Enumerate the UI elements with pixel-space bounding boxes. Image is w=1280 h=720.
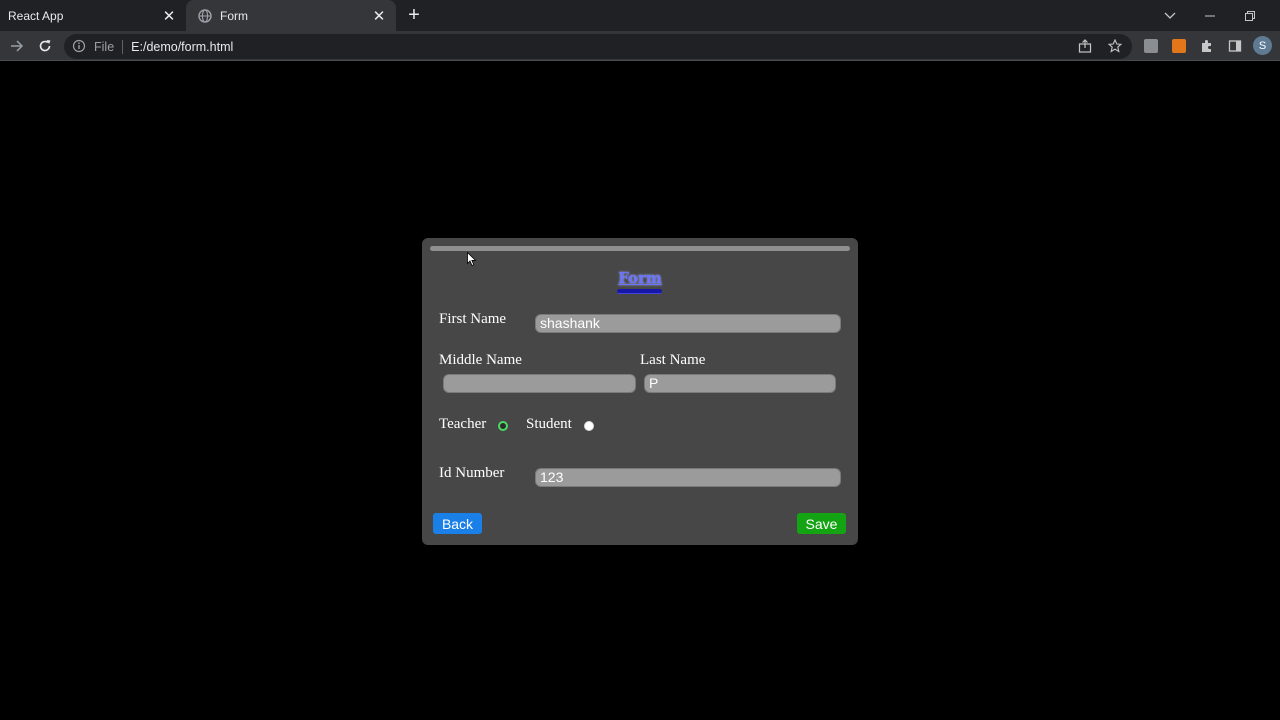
last-name-label: Last Name: [640, 352, 706, 368]
teacher-radio-label: Teacher: [439, 416, 487, 432]
back-button[interactable]: Back: [433, 513, 482, 534]
address-divider: [122, 39, 124, 54]
tab-title: Form: [220, 8, 248, 23]
extensions-puzzle-icon[interactable]: [1195, 34, 1219, 58]
restore-icon[interactable]: [1230, 0, 1270, 31]
last-name-input[interactable]: P: [644, 374, 836, 393]
teacher-radio[interactable]: [498, 421, 508, 431]
tab-title: React App: [8, 8, 64, 23]
middle-name-label: Middle Name: [439, 352, 522, 368]
bookmark-star-icon[interactable]: [1108, 38, 1124, 55]
form-card: Form First Name shashank Middle Name Las…: [422, 238, 858, 545]
minimize-icon[interactable]: [1190, 0, 1230, 31]
profile-avatar[interactable]: S: [1253, 36, 1272, 55]
tab-strip: React App ✕ Form ✕ +: [0, 0, 1280, 31]
metamask-fox-icon[interactable]: [1172, 39, 1186, 53]
student-radio[interactable]: [584, 421, 594, 431]
close-icon[interactable]: ✕: [368, 5, 390, 27]
id-number-label: Id Number: [439, 465, 505, 481]
forward-icon[interactable]: [5, 34, 29, 58]
id-number-input[interactable]: 123: [535, 468, 841, 487]
address-bar[interactable]: File E:/demo/form.html: [64, 34, 1132, 59]
save-button[interactable]: Save: [797, 513, 846, 534]
info-icon[interactable]: [72, 39, 88, 55]
reload-icon[interactable]: [33, 34, 57, 58]
card-top-bar: [430, 246, 850, 251]
share-icon[interactable]: [1078, 38, 1094, 55]
mouse-cursor-icon: [467, 251, 477, 267]
side-panel-icon[interactable]: [1223, 34, 1247, 58]
address-url: E:/demo/form.html: [131, 39, 234, 54]
globe-icon: [198, 8, 212, 23]
student-radio-label: Student: [526, 416, 572, 432]
address-scheme-label: File: [94, 39, 115, 54]
tab-react-app[interactable]: React App ✕: [0, 0, 186, 31]
tab-form[interactable]: Form ✕: [186, 0, 396, 31]
close-icon[interactable]: ✕: [158, 5, 180, 27]
browser-toolbar: File E:/demo/form.html: [0, 31, 1280, 61]
form-title: Form: [618, 269, 662, 287]
extension-grey-icon[interactable]: [1144, 39, 1158, 53]
first-name-input[interactable]: shashank: [535, 314, 841, 333]
title-underline: [617, 289, 662, 294]
first-name-label: First Name: [439, 311, 507, 327]
middle-name-input[interactable]: [443, 374, 636, 393]
tab-search-icon[interactable]: [1150, 0, 1190, 31]
new-tab-button[interactable]: +: [403, 4, 425, 26]
